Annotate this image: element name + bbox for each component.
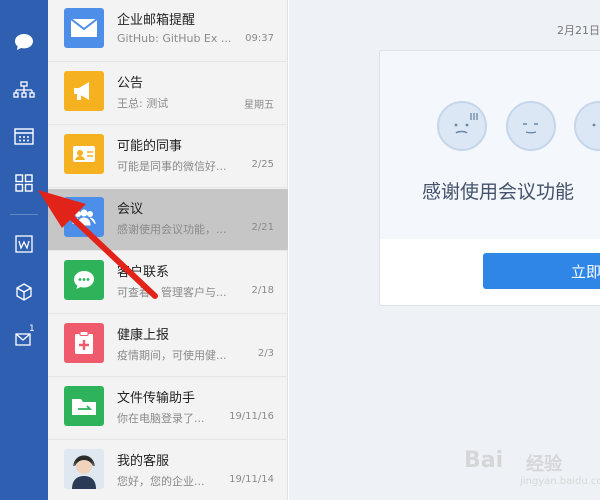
conversation-item[interactable]: 我的客服 您好，您的企业... 19/11/14	[48, 441, 288, 500]
conversation-item[interactable]: 企业邮箱提醒 GitHub: GitHub Ex ... 09:37	[48, 0, 288, 62]
conversation-title: 会议	[117, 202, 144, 217]
mail-nav-button[interactable]	[0, 318, 48, 358]
conversation-preview: 您好，您的企业...	[117, 475, 205, 488]
contacts-nav-button[interactable]	[0, 70, 48, 110]
workbench-nav-button[interactable]	[0, 163, 48, 203]
conversation-time: 2/25	[251, 159, 274, 170]
conversation-time: 19/11/16	[229, 411, 274, 422]
start-now-label: 立即	[571, 263, 600, 281]
sad-face-icon	[437, 101, 487, 151]
conversation-time: 2/3	[257, 348, 274, 359]
conversation-time: 09:37	[245, 33, 274, 44]
cube-icon	[16, 283, 32, 301]
conversation-title: 健康上报	[117, 328, 170, 343]
megaphone-icon	[64, 71, 104, 111]
chat-main-pane: 2月21日 感谢使用会议功能 立即	[289, 0, 600, 500]
messages-nav-button[interactable]	[0, 22, 48, 62]
watermark-brand: Bai	[464, 448, 504, 473]
cube-nav-button[interactable]	[0, 272, 48, 312]
baidu-jingyan-watermark: Bai 经验 jingyan.baidu.com	[458, 440, 600, 490]
conversation-list: 企业邮箱提醒 GitHub: GitHub Ex ... 09:37 公告 王总…	[48, 0, 288, 500]
docs-nav-button[interactable]	[0, 224, 48, 264]
neutral-face-icon	[506, 101, 556, 151]
conversation-item[interactable]: 健康上报 疫情期间，可使用健... 2/3	[48, 315, 288, 377]
mail-badge: 1	[29, 324, 35, 334]
meeting-people-icon	[64, 197, 104, 237]
conversation-item[interactable]: 客户联系 可查看、管理客户与... 2/18	[48, 252, 288, 314]
conversation-item[interactable]: 公告 王总: 测试 星期五	[48, 63, 288, 125]
card-heading: 感谢使用会议功能	[422, 181, 575, 203]
conversation-title: 公告	[117, 76, 144, 91]
calendar-icon	[14, 128, 34, 145]
conversation-time: 19/11/14	[229, 474, 274, 485]
face-icon	[574, 101, 600, 151]
org-chart-icon	[13, 81, 35, 98]
conversation-preview: 你在电脑登录了...	[117, 412, 205, 425]
conversation-preview: GitHub: GitHub Ex ...	[117, 32, 232, 45]
calendar-nav-button[interactable]	[0, 116, 48, 156]
wechat-icon	[64, 260, 104, 300]
conversation-preview: 王总: 测试	[117, 97, 169, 110]
conversation-title: 企业邮箱提醒	[117, 13, 196, 28]
contact-card-icon	[64, 134, 104, 174]
mail-icon	[64, 8, 104, 48]
conversation-title: 客户联系	[117, 265, 170, 280]
conversation-preview: 疫情期间，可使用健...	[117, 349, 227, 362]
doc-w-icon	[15, 235, 33, 253]
service-agent-avatar	[64, 449, 104, 489]
conversation-preview: 感谢使用会议功能，...	[117, 223, 227, 236]
left-rail: 1	[0, 0, 48, 500]
message-date: 2月21日	[557, 24, 600, 37]
meeting-intro-card: 感谢使用会议功能 立即	[379, 50, 600, 306]
conversation-item[interactable]: 文件传输助手 你在电脑登录了... 19/11/16	[48, 378, 288, 440]
card-illustration: 感谢使用会议功能	[380, 51, 600, 239]
conversation-item-active[interactable]: 会议 感谢使用会议功能，... 2/21	[48, 189, 288, 251]
conversation-title: 我的客服	[117, 454, 170, 469]
conversation-title: 可能的同事	[117, 139, 183, 154]
health-report-icon	[64, 323, 104, 363]
apps-grid-icon	[15, 174, 33, 192]
watermark-brand-2: 经验	[526, 454, 562, 475]
conversation-time: 星期五	[244, 100, 274, 111]
rail-divider	[10, 214, 38, 215]
watermark-url: jingyan.baidu.com	[520, 476, 600, 487]
conversation-preview: 可能是同事的微信好...	[117, 160, 227, 173]
conversation-time: 2/18	[251, 285, 274, 296]
conversation-preview: 可查看、管理客户与...	[117, 286, 227, 299]
conversation-item[interactable]: 可能的同事 可能是同事的微信好... 2/25	[48, 126, 288, 188]
start-now-button[interactable]: 立即	[483, 253, 600, 289]
conversation-title: 文件传输助手	[117, 391, 196, 406]
chat-bubble-icon	[15, 34, 33, 50]
conversation-time: 2/21	[251, 222, 274, 233]
folder-transfer-icon	[64, 386, 104, 426]
